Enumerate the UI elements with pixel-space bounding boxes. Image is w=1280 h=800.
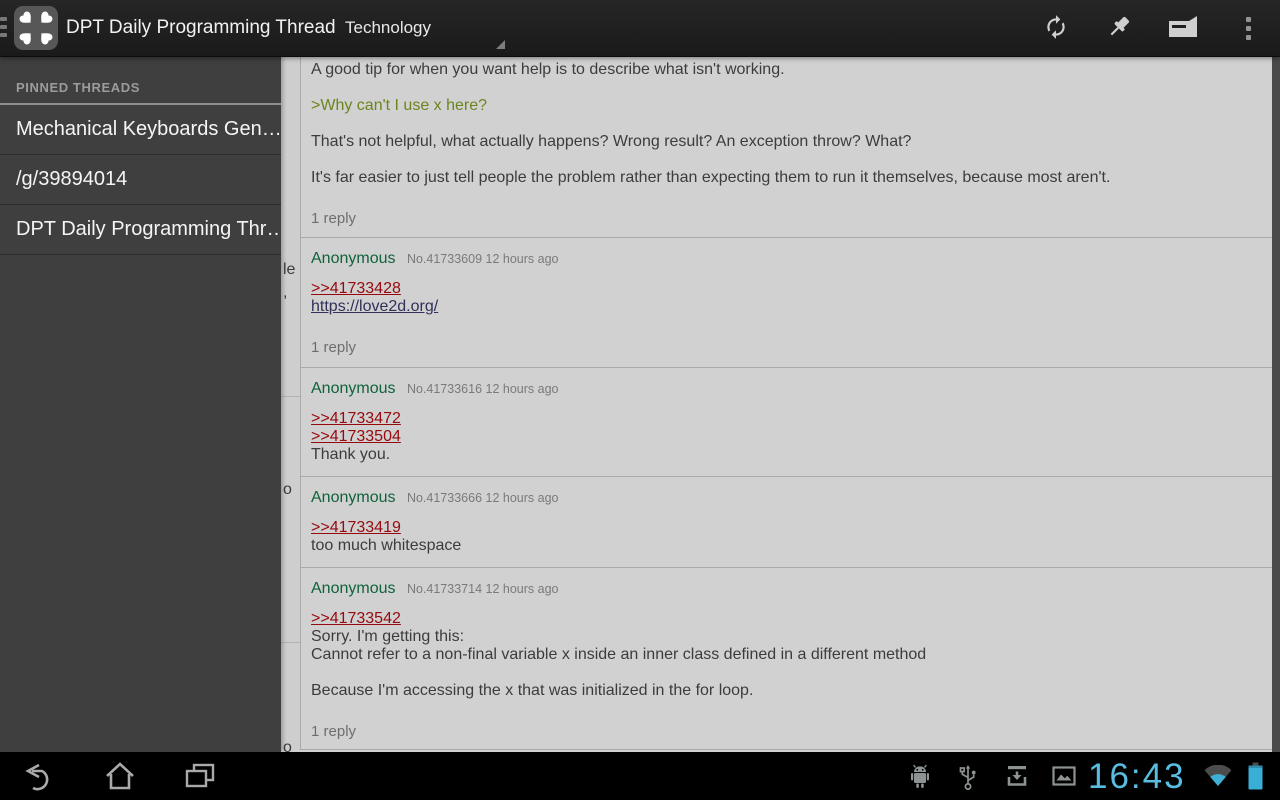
recents-button[interactable] bbox=[184, 762, 216, 793]
app-logo-icon[interactable] bbox=[14, 6, 58, 50]
scrollbar[interactable] bbox=[1272, 56, 1280, 752]
post-header: Anonymous No.41733609 12 hours ago bbox=[311, 250, 1258, 268]
post[interactable]: Anonymous No.41733616 12 hours ago >>417… bbox=[301, 368, 1272, 477]
overflow-dots-icon bbox=[1246, 13, 1251, 44]
post-header: Anonymous No.41733666 12 hours ago bbox=[311, 489, 1258, 507]
board-spinner[interactable]: Technology bbox=[330, 0, 508, 56]
battery-icon bbox=[1248, 762, 1263, 795]
refresh-button[interactable] bbox=[1032, 4, 1080, 52]
reply-count[interactable]: 1 reply bbox=[311, 210, 1258, 228]
post-text: It's far easier to just tell people the … bbox=[311, 169, 1258, 187]
system-bar: 16:43 bbox=[0, 752, 1280, 800]
clock: 16:43 bbox=[1088, 754, 1186, 800]
post[interactable]: A good tip for when you want help is to … bbox=[301, 56, 1272, 238]
post-greentext: >Why can't I use x here? bbox=[311, 97, 1258, 115]
quote-link[interactable]: >>41733428 bbox=[311, 280, 401, 298]
spinner-caret-icon bbox=[496, 40, 505, 49]
pin-button[interactable] bbox=[1095, 4, 1143, 52]
clipped-text: , bbox=[283, 284, 287, 302]
clipped-text: o bbox=[283, 739, 292, 752]
recents-icon bbox=[184, 778, 216, 793]
post-text: A good tip for when you want help is to … bbox=[311, 61, 1258, 79]
pinned-thread-item-g[interactable]: /g/39894014 bbox=[0, 155, 281, 205]
drawer-header: PINNED THREADS bbox=[0, 56, 281, 105]
reply-count[interactable]: 1 reply bbox=[311, 723, 1258, 741]
post[interactable]: Anonymous No.41733666 12 hours ago >>417… bbox=[301, 477, 1272, 568]
thread-title: DPT Daily Programming Thread bbox=[66, 0, 336, 56]
refresh-icon bbox=[1043, 14, 1069, 43]
usb-connected-icon bbox=[958, 763, 978, 795]
pinned-threads-drawer: PINNED THREADS Mechanical Keyboards Gen…… bbox=[0, 56, 281, 752]
download-icon bbox=[1005, 765, 1029, 792]
post-author: Anonymous bbox=[311, 489, 396, 506]
overflow-menu-button[interactable] bbox=[1224, 4, 1272, 52]
reply-icon bbox=[1168, 16, 1198, 41]
pinned-thread-item-dpt[interactable]: DPT Daily Programming Thr… bbox=[0, 205, 281, 255]
pin-icon bbox=[1106, 14, 1132, 43]
divider bbox=[281, 396, 300, 397]
underlying-list-peek: le , o o bbox=[281, 56, 300, 752]
drawer-edge-icon[interactable] bbox=[0, 17, 7, 39]
back-icon bbox=[24, 780, 56, 795]
divider bbox=[281, 642, 300, 643]
post-meta: No.41733616 12 hours ago bbox=[407, 382, 559, 396]
post-text: Cannot refer to a non-final variable x i… bbox=[311, 646, 1258, 664]
post[interactable]: Anonymous No.41733609 12 hours ago >>417… bbox=[301, 238, 1272, 368]
post-text: Sorry. I'm getting this: bbox=[311, 628, 1258, 646]
wifi-icon bbox=[1204, 765, 1232, 791]
pinned-thread-item-keyboards[interactable]: Mechanical Keyboards Gen… bbox=[0, 105, 281, 155]
post-text: Thank you. bbox=[311, 446, 1258, 464]
back-button[interactable] bbox=[24, 761, 56, 795]
post-text: too much whitespace bbox=[311, 537, 1258, 555]
home-button[interactable] bbox=[104, 761, 136, 794]
post-header: Anonymous No.41733714 12 hours ago bbox=[311, 580, 1258, 598]
reply-count[interactable]: 1 reply bbox=[311, 339, 1258, 357]
post[interactable]: Anonymous No.41733714 12 hours ago >>417… bbox=[301, 568, 1272, 750]
quote-link[interactable]: >>41733472 bbox=[311, 410, 401, 428]
post-author: Anonymous bbox=[311, 380, 396, 397]
thread-post-list: A good tip for when you want help is to … bbox=[300, 56, 1272, 750]
post-author: Anonymous bbox=[311, 250, 396, 267]
post-meta: No.41733666 12 hours ago bbox=[407, 491, 559, 505]
quote-link[interactable]: >>41733504 bbox=[311, 428, 401, 446]
action-bar: DPT Daily Programming Thread Technology bbox=[0, 0, 1280, 56]
app-screen: DPT Daily Programming Thread Technology bbox=[0, 0, 1280, 800]
screenshot-icon bbox=[1052, 766, 1076, 791]
post-meta: No.41733714 12 hours ago bbox=[407, 582, 559, 596]
board-spinner-label: Technology bbox=[345, 0, 431, 56]
post-text: Because I'm accessing the x that was ini… bbox=[311, 682, 1258, 700]
url-link[interactable]: https://love2d.org/ bbox=[311, 298, 438, 316]
clipped-text: o bbox=[283, 481, 292, 499]
quote-link[interactable]: >>41733419 bbox=[311, 519, 401, 537]
reply-button[interactable] bbox=[1159, 4, 1207, 52]
post-text: That's not helpful, what actually happen… bbox=[311, 133, 1258, 151]
quote-link[interactable]: >>41733542 bbox=[311, 610, 401, 628]
clipped-text: le bbox=[283, 261, 295, 279]
home-icon bbox=[104, 779, 136, 794]
usb-debugging-icon bbox=[908, 764, 932, 794]
post-author: Anonymous bbox=[311, 580, 396, 597]
post-meta: No.41733609 12 hours ago bbox=[407, 252, 559, 266]
post-header: Anonymous No.41733616 12 hours ago bbox=[311, 380, 1258, 398]
